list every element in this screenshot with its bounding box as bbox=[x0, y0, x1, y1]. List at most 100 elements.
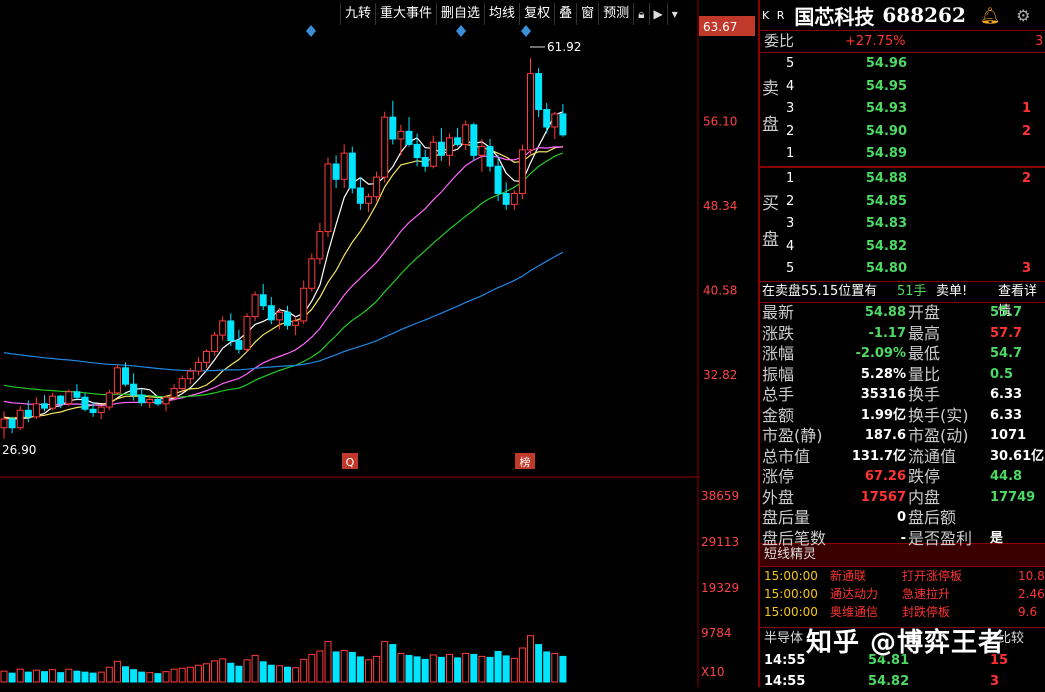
volume-bar bbox=[421, 658, 429, 683]
candle-body bbox=[413, 143, 421, 159]
sell-row[interactable]: 3 54.93 1 bbox=[760, 98, 1045, 121]
candle-body bbox=[535, 73, 543, 111]
toolbar-remove-watchlist[interactable]: 删自选 bbox=[436, 3, 484, 25]
volume-bar bbox=[16, 668, 24, 683]
toolbar-nine-turn[interactable]: 九转 bbox=[340, 3, 375, 25]
volume-bar bbox=[267, 664, 275, 683]
sprite-stock[interactable]: 通达动力 bbox=[830, 585, 878, 603]
candle-body bbox=[365, 196, 372, 204]
stat-value: 57.7 bbox=[990, 325, 1023, 341]
volume-bar bbox=[454, 657, 462, 683]
volume-bar bbox=[478, 655, 486, 683]
candle-body bbox=[300, 287, 308, 322]
toolbar-major-events[interactable]: 重大事件 bbox=[375, 3, 436, 25]
volume-bar bbox=[41, 671, 48, 683]
volume-bar bbox=[219, 658, 227, 683]
price-axis-label: 56.10 bbox=[703, 115, 737, 129]
gear-icon[interactable]: ⚙ bbox=[1016, 6, 1030, 25]
price-axis-label: 63.67 bbox=[703, 20, 737, 34]
toolbar-overlay[interactable]: 叠 bbox=[554, 3, 576, 25]
candle-body bbox=[543, 109, 551, 128]
volume-bar bbox=[24, 671, 32, 683]
sell-row[interactable]: 5 54.96 bbox=[760, 53, 1045, 76]
buy-volume: 2 bbox=[1022, 171, 1032, 186]
candle-body bbox=[308, 258, 316, 289]
candle-body bbox=[332, 163, 340, 180]
buy-row[interactable]: 2 54.85 bbox=[760, 191, 1045, 214]
lock-icon[interactable]: 🔒︎ bbox=[633, 3, 648, 25]
sell-row[interactable]: 4 54.95 bbox=[760, 76, 1045, 99]
sprite-stock[interactable]: 新通联 bbox=[830, 567, 866, 585]
stat-label: 涨幅 bbox=[762, 344, 795, 363]
candle-body bbox=[348, 152, 356, 189]
candle-body bbox=[494, 165, 502, 194]
buy-row[interactable]: 5 54.80 3 bbox=[760, 258, 1045, 281]
volume-bar bbox=[413, 656, 421, 683]
volume-axis-label: 29113 bbox=[701, 535, 739, 549]
ma10-line bbox=[3, 142, 563, 419]
sell-level: 5 bbox=[786, 56, 795, 71]
volume-bar bbox=[57, 672, 65, 683]
candle-body bbox=[324, 163, 332, 233]
event-diamond-marker[interactable] bbox=[456, 25, 466, 37]
event-markers[interactable]: Q 榜 bbox=[306, 25, 535, 469]
volume-bar bbox=[65, 668, 73, 683]
sell-row[interactable]: 1 54.89 bbox=[760, 143, 1045, 166]
sell-price: 54.95 bbox=[865, 78, 907, 94]
buy-row[interactable]: 3 54.83 bbox=[760, 213, 1045, 236]
stat-label: 最新 bbox=[762, 303, 795, 322]
volume-bar bbox=[381, 641, 389, 683]
stat-label: 市盈(静) bbox=[762, 426, 823, 445]
candle-body bbox=[510, 192, 518, 205]
pin-icon[interactable]: ▶︎ bbox=[648, 3, 667, 25]
sprite-item[interactable]: 15:00:00 奥维通信 封跌停板 9.6 bbox=[760, 603, 1045, 621]
tick-sector[interactable]: 半导体 bbox=[764, 631, 803, 646]
event-diamond-marker[interactable] bbox=[306, 25, 316, 37]
candle-body bbox=[89, 408, 97, 414]
price-axis-label: 32.82 bbox=[703, 368, 737, 382]
quote-panel: K R 国芯科技 688262 🔔︎ ⚙ 委比 +27.75% 3 卖 盘 55… bbox=[758, 0, 1045, 689]
sell-row[interactable]: 2 54.90 2 bbox=[760, 121, 1045, 144]
candle-body bbox=[130, 383, 138, 396]
toolbar-window[interactable]: 窗 bbox=[576, 3, 598, 25]
stat-value: -2.09% bbox=[855, 346, 907, 361]
volume-axis-label: X10 bbox=[701, 665, 725, 679]
sprite-value: 2.46 bbox=[1018, 587, 1045, 601]
candle-body bbox=[219, 320, 227, 336]
toolbar-adjust[interactable]: 复权 bbox=[519, 3, 554, 25]
volume-bar bbox=[470, 653, 478, 683]
moving-average-lines bbox=[3, 111, 564, 421]
kline-chart[interactable]: 63.67 56.10 48.34 40.58 32.82 38659 29113 1932… bbox=[0, 0, 757, 687]
chevron-down-icon[interactable]: ▾ bbox=[666, 3, 682, 25]
sprite-item[interactable]: 15:00:00 新通联 打开涨停板 10.8 bbox=[760, 567, 1045, 585]
marker-bang-label: 榜 bbox=[520, 455, 531, 469]
sprite-stock[interactable]: 奥维通信 bbox=[830, 603, 878, 621]
volume-bar bbox=[462, 652, 470, 683]
volume-bar bbox=[324, 641, 332, 683]
bell-icon[interactable]: 🔔︎ bbox=[980, 6, 1000, 25]
candle-body bbox=[437, 141, 445, 156]
tick-time: 14:55 bbox=[764, 653, 806, 668]
sprite-item[interactable]: 15:00:00 通达动力 急速拉升 2.46 bbox=[760, 585, 1045, 603]
candle-body bbox=[340, 152, 348, 180]
stat-value: 是 bbox=[990, 530, 1004, 546]
chart-toolbar: 九转 重大事件 删自选 均线 复权 叠 窗 预测 🔒︎ ▶︎ ▾ bbox=[340, 3, 682, 25]
candle-body bbox=[57, 395, 65, 405]
toolbar-moving-average[interactable]: 均线 bbox=[484, 3, 519, 25]
sell-price: 54.96 bbox=[865, 56, 907, 71]
candle-body bbox=[292, 320, 300, 326]
event-diamond-marker[interactable] bbox=[521, 25, 531, 37]
sell-price: 54.93 bbox=[865, 101, 907, 117]
buy-row[interactable]: 1 54.88 2 bbox=[760, 168, 1045, 191]
stat-label: 总市值 bbox=[762, 446, 811, 466]
volume-bar bbox=[113, 660, 121, 683]
sell-level: 1 bbox=[786, 146, 795, 162]
buy-row[interactable]: 4 54.82 bbox=[760, 236, 1045, 259]
quote-stats: 最新 54.88 开盘 55.7 涨跌 -1.17 最高 57.7 涨幅 -2.09% 最低 54.7… bbox=[760, 303, 1045, 548]
stat-value: 5.28% bbox=[860, 366, 906, 382]
candle-body bbox=[41, 403, 48, 409]
stat-label: 流通值 bbox=[908, 446, 957, 466]
candle-body bbox=[170, 388, 178, 398]
toolbar-forecast[interactable]: 预测 bbox=[598, 3, 633, 25]
volume-bar bbox=[130, 669, 138, 683]
